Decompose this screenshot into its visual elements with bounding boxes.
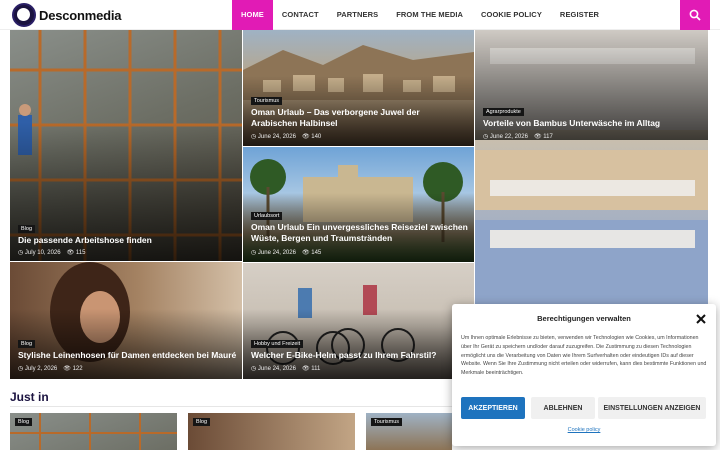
views-label: 👁 117 — [533, 134, 553, 140]
cookie-consent-dialog: Berechtigungen verwalten Um Ihnen optima… — [452, 304, 716, 446]
category-tag[interactable]: Blog — [18, 340, 36, 348]
just-in-card-2[interactable]: Blog — [188, 413, 355, 450]
post-title[interactable]: Welcher E-Bike-Helm passt zu Ihrem Fahrs… — [251, 350, 473, 361]
date-label: ◷ July 10, 2026 — [18, 250, 61, 256]
site-header: Desconmedia HOME CONTACT PARTNERS FROM T… — [0, 0, 720, 30]
views-label: 👁 140 — [301, 134, 322, 140]
category-tag[interactable]: Blog — [18, 225, 36, 233]
just-in-card-1[interactable]: Blog — [10, 413, 177, 450]
just-in-card-3[interactable]: Tourismus — [366, 413, 452, 450]
date-label: ◷ June 24, 2026 — [251, 366, 296, 372]
date-label: ◷ June 22, 2026 — [483, 134, 528, 140]
dialog-title: Berechtigungen verwalten — [537, 314, 631, 323]
post-meta: ◷ June 24, 2026 👁 140 — [251, 133, 321, 140]
site-logo[interactable]: Desconmedia — [12, 3, 122, 27]
views-label: 👁 122 — [63, 366, 83, 372]
date-label: ◷ June 24, 2026 — [251, 250, 296, 256]
featured-post-2[interactable]: Tourismus Oman Urlaub – Das verborgene J… — [243, 30, 474, 146]
post-title[interactable]: Vorteile von Bambus Unterwäsche im Allta… — [483, 118, 698, 129]
views-label: 👁 111 — [301, 366, 321, 372]
category-tag[interactable]: Urlaubsort — [251, 212, 283, 220]
featured-post-3[interactable]: Agrarprodukte Vorteile von Bambus Unterw… — [475, 30, 708, 304]
nav-item-register[interactable]: REGISTER — [551, 0, 608, 30]
post-title[interactable]: Oman Urlaub Ein unvergessliches Reisezie… — [251, 222, 473, 244]
close-button[interactable] — [695, 312, 707, 324]
nav-item-partners[interactable]: PARTNERS — [328, 0, 388, 30]
featured-post-1[interactable]: Blog Die passende Arbeitshose finden ◷ J… — [10, 30, 242, 261]
nav-item-from-the-media[interactable]: FROM THE MEDIA — [387, 0, 472, 30]
post-meta: ◷ June 24, 2026 👁 145 — [251, 249, 321, 256]
logo-mark — [12, 3, 36, 27]
main-nav: HOME CONTACT PARTNERS FROM THE MEDIA COO… — [232, 0, 608, 30]
search-button[interactable] — [680, 0, 710, 30]
site-name: Desconmedia — [39, 7, 122, 23]
nav-item-contact[interactable]: CONTACT — [273, 0, 328, 30]
category-tag[interactable]: Tourismus — [251, 97, 283, 105]
views-label: 👁 145 — [301, 250, 322, 256]
post-title[interactable]: Die passende Arbeitshose finden — [18, 235, 233, 246]
accept-button[interactable]: AKZEPTIEREN — [461, 397, 525, 419]
section-heading-just-in: Just in — [10, 390, 49, 404]
card-image — [10, 413, 177, 450]
views-label: 👁 115 — [66, 250, 86, 256]
search-icon — [689, 9, 701, 21]
nav-item-home[interactable]: HOME — [232, 0, 273, 30]
nav-item-cookie-policy[interactable]: COOKIE POLICY — [472, 0, 551, 30]
close-icon — [696, 314, 706, 324]
category-tag[interactable]: Blog — [15, 418, 33, 426]
post-meta: ◷ July 10, 2026 👁 115 — [18, 249, 85, 256]
featured-post-5[interactable]: Blog Stylishe Leinenhosen für Damen entd… — [10, 262, 242, 379]
deny-button[interactable]: ABLEHNEN — [531, 397, 595, 419]
post-meta: ◷ July 2, 2026 👁 122 — [18, 365, 83, 372]
preferences-button[interactable]: EINSTELLUNGEN ANZEIGEN — [598, 397, 706, 419]
category-tag[interactable]: Agrarprodukte — [483, 108, 524, 116]
dialog-text: Um Ihnen optimale Erlebnisse zu bieten, … — [461, 335, 707, 377]
featured-post-6[interactable]: Hobby und Freizeit Welcher E-Bike-Helm p… — [243, 263, 474, 379]
date-label: ◷ June 24, 2026 — [251, 134, 296, 140]
date-label: ◷ July 2, 2026 — [18, 366, 58, 372]
post-title[interactable]: Oman Urlaub – Das verborgene Juwel der A… — [251, 107, 466, 129]
cookie-policy-link[interactable]: Cookie policy — [452, 427, 716, 433]
post-title[interactable]: Stylishe Leinenhosen für Damen entdecken… — [18, 350, 240, 361]
post-meta: ◷ June 22, 2026 👁 117 — [483, 133, 553, 140]
featured-post-4[interactable]: Urlaubsort Oman Urlaub Ein unvergesslich… — [243, 147, 474, 262]
category-tag[interactable]: Blog — [193, 418, 211, 426]
category-tag[interactable]: Tourismus — [371, 418, 403, 426]
category-tag[interactable]: Hobby und Freizeit — [251, 340, 304, 348]
post-meta: ◷ June 24, 2026 👁 111 — [251, 365, 320, 372]
